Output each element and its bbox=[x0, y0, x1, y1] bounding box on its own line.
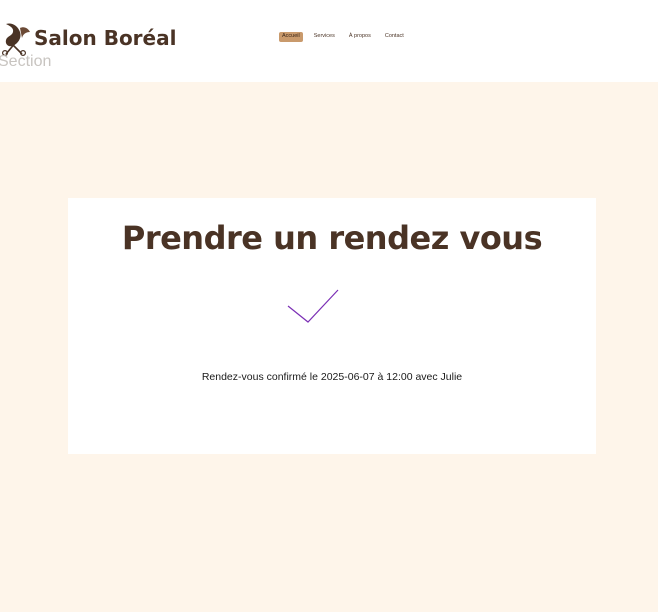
main-nav: Accueil Services À propos Contact bbox=[279, 32, 415, 42]
checkmark-icon bbox=[287, 289, 339, 323]
logo[interactable]: Salon Boréal bbox=[0, 20, 176, 56]
nav-item-accueil[interactable]: Accueil bbox=[279, 32, 303, 42]
confirmation-card: Prendre un rendez vous Rendez-vous confi… bbox=[68, 198, 596, 454]
nav-item-contact[interactable]: Contact bbox=[382, 32, 407, 42]
page-title: Prendre un rendez vous bbox=[121, 219, 543, 257]
brand-name: Salon Boréal bbox=[34, 26, 177, 50]
main-content: Prendre un rendez vous Rendez-vous confi… bbox=[0, 82, 658, 612]
nav-item-a-propos[interactable]: À propos bbox=[346, 32, 374, 42]
confirmation-message: Rendez-vous confirmé le 2025-06-07 à 12:… bbox=[201, 371, 463, 383]
site-header: Salon Boréal Section Accueil Services À … bbox=[0, 0, 658, 82]
hair-scissors-logo-icon bbox=[2, 23, 30, 56]
section-label: Section bbox=[0, 53, 52, 70]
nav-item-services[interactable]: Services bbox=[311, 32, 338, 42]
